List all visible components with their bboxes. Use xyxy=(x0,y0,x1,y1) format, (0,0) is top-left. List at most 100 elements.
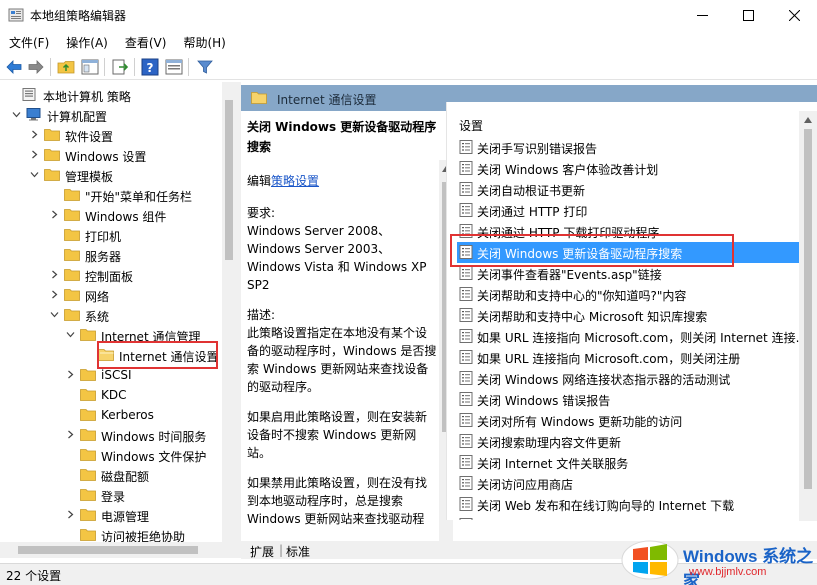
tree-vertical-scroll-thumb[interactable] xyxy=(225,100,233,260)
menu-file[interactable]: 文件(F) xyxy=(0,31,57,53)
tree-item[interactable]: Windows 设置 xyxy=(0,145,222,165)
tree-item[interactable]: Internet 通信设置 xyxy=(0,345,222,365)
tree-item[interactable]: 打印机 xyxy=(0,225,222,245)
tree-item[interactable]: 本地计算机 策略 xyxy=(0,85,222,105)
policy-row[interactable]: 关闭 Windows 客户体验改善计划 xyxy=(457,158,802,179)
settings-column-header[interactable]: 设置 xyxy=(459,117,483,134)
policy-row[interactable]: 关闭帮助和支持中心的"你知道吗?"内容 xyxy=(457,284,802,305)
watermark: Windows 系统之家 www.bjjmlv.com xyxy=(617,528,817,585)
tree-item[interactable]: KDC xyxy=(0,385,222,405)
tree-item[interactable]: 访问被拒绝协助 xyxy=(0,525,222,542)
policy-setting-icon xyxy=(459,350,473,364)
policy-row[interactable]: 如果 URL 连接指向 Microsoft.com，则关闭注册 xyxy=(457,347,802,368)
settings-list-scrollbar[interactable] xyxy=(799,111,817,521)
tree-vertical-scrollbar[interactable] xyxy=(222,82,236,542)
maximize-button[interactable] xyxy=(725,0,771,30)
policy-row[interactable]: 关闭访问应用商店 xyxy=(457,473,802,494)
tree-item[interactable]: 服务器 xyxy=(0,245,222,265)
tree-item[interactable]: Windows 文件保护 xyxy=(0,445,222,465)
policy-row[interactable]: 关闭搜索助理内容文件更新 xyxy=(457,431,802,452)
policy-row[interactable]: 关闭自动根证书更新 xyxy=(457,179,802,200)
tree-item-label: KDC xyxy=(101,388,127,402)
policy-row[interactable]: 关闭 Windows 错误报告 xyxy=(457,389,802,410)
minimize-button[interactable] xyxy=(679,0,725,30)
settings-list-scroll-thumb[interactable] xyxy=(804,129,812,489)
properties-icon[interactable] xyxy=(165,58,183,76)
export-list-icon[interactable] xyxy=(111,58,129,76)
tree-item[interactable]: 计算机配置 xyxy=(0,105,222,125)
policy-row[interactable]: 关闭对所有 Windows 更新功能的访问 xyxy=(457,410,802,431)
policy-row[interactable]: 关闭通过 HTTP 下载打印驱动程序 xyxy=(457,221,802,242)
folder-icon xyxy=(64,249,80,261)
chevron-down-icon[interactable] xyxy=(66,330,75,339)
policy-row[interactable]: 关闭手写识别错误报告 xyxy=(457,137,802,158)
filter-icon[interactable] xyxy=(196,58,214,76)
policy-row-label: 关闭 Windows 更新设备驱动程序搜索 xyxy=(477,247,683,261)
edit-policy-link[interactable]: 策略设置 xyxy=(271,174,319,188)
menu-view[interactable]: 查看(V) xyxy=(116,31,175,53)
tree-item[interactable]: 电源管理 xyxy=(0,505,222,525)
tree-item[interactable]: "开始"菜单和任务栏 xyxy=(0,185,222,205)
maximize-icon xyxy=(742,9,754,21)
settings-list-pane: 设置 关闭手写识别错误报告 关闭 Windows 客户体验改善计划关闭自动根证书更… xyxy=(446,102,817,520)
policy-row-label: 关闭自动根证书更新 xyxy=(477,184,586,198)
scroll-up-arrow-icon[interactable] xyxy=(804,117,812,123)
tree-item[interactable]: 登录 xyxy=(0,485,222,505)
tree-item-label: 网络 xyxy=(85,290,110,304)
tree-item[interactable]: Internet 通信管理 xyxy=(0,325,222,345)
chevron-right-icon[interactable] xyxy=(50,270,59,279)
tree-item[interactable]: 控制面板 xyxy=(0,265,222,285)
tree-item[interactable]: Kerberos xyxy=(0,405,222,425)
show-hide-tree-icon[interactable] xyxy=(81,58,99,76)
chevron-down-icon[interactable] xyxy=(50,310,59,319)
chevron-down-icon[interactable] xyxy=(30,170,39,179)
chevron-right-icon[interactable] xyxy=(66,430,75,439)
policy-row[interactable]: 如果 URL 连接指向 Microsoft.com，则关闭 Internet 连… xyxy=(457,326,802,347)
tree-item-label: Windows 文件保护 xyxy=(101,450,207,464)
tree-horizontal-scroll-thumb[interactable] xyxy=(18,546,198,554)
policy-row-label: 关闭对所有 Windows 更新功能的访问 xyxy=(477,415,683,429)
policy-row[interactable]: 关闭 Internet 文件关联服务 xyxy=(457,452,802,473)
close-button[interactable] xyxy=(771,0,817,30)
policy-row[interactable]: 关闭 Web 发布和在线订购向导的 Internet 下载 xyxy=(457,494,802,515)
menu-action[interactable]: 操作(A) xyxy=(57,31,116,53)
svg-text:?: ? xyxy=(147,61,154,75)
policy-row[interactable]: 关闭事件查看器"Events.asp"链接 xyxy=(457,263,802,284)
description-pane: 关闭 Windows 更新设备驱动程序搜索 编辑策略设置 要求: Windows… xyxy=(241,111,439,541)
back-arrow-icon[interactable] xyxy=(5,58,23,76)
forward-arrow-icon[interactable] xyxy=(27,58,45,76)
toolbar-separator xyxy=(104,58,105,76)
chevron-right-icon[interactable] xyxy=(50,290,59,299)
folder-icon xyxy=(80,469,96,481)
chevron-right-icon[interactable] xyxy=(50,210,59,219)
policy-row-label: 关闭 Windows 网络连接状态指示器的活动测试 xyxy=(477,373,731,387)
policy-setting-icon xyxy=(459,287,473,301)
tree-item[interactable]: Windows 组件 xyxy=(0,205,222,225)
tree-item[interactable]: 网络 xyxy=(0,285,222,305)
policy-row[interactable]: 关闭 Windows 更新设备驱动程序搜索 xyxy=(457,242,802,263)
chevron-down-icon[interactable] xyxy=(12,110,21,119)
tree-item[interactable]: 软件设置 xyxy=(0,125,222,145)
policy-row[interactable]: 关闭通过 HTTP 打印 xyxy=(457,200,802,221)
policy-row[interactable]: 关闭访问隐私设置任务 xyxy=(457,515,802,520)
policy-setting-icon xyxy=(459,182,473,196)
tab-standard[interactable]: 标准 xyxy=(282,543,314,559)
tree-item[interactable]: 系统 xyxy=(0,305,222,325)
tree-item-label: 管理模板 xyxy=(65,170,114,184)
chevron-right-icon[interactable] xyxy=(66,510,75,519)
chevron-right-icon[interactable] xyxy=(66,370,75,379)
up-folder-icon[interactable] xyxy=(57,58,75,76)
menu-help[interactable]: 帮助(H) xyxy=(174,31,233,53)
chevron-right-icon[interactable] xyxy=(30,150,39,159)
tree-item[interactable]: Windows 时间服务 xyxy=(0,425,222,445)
tree-item[interactable]: 管理模板 xyxy=(0,165,222,185)
tree-item[interactable]: 磁盘配额 xyxy=(0,465,222,485)
tree-item[interactable]: iSCSI xyxy=(0,365,222,385)
chevron-right-icon[interactable] xyxy=(30,130,39,139)
policy-row[interactable]: 关闭帮助和支持中心 Microsoft 知识库搜索 xyxy=(457,305,802,326)
policy-row[interactable]: 关闭 Windows 网络连接状态指示器的活动测试 xyxy=(457,368,802,389)
help-icon[interactable]: ? xyxy=(141,58,159,76)
tree-horizontal-scrollbar[interactable] xyxy=(0,542,236,558)
toolbar: ? xyxy=(0,54,817,80)
tab-extended[interactable]: 扩展 xyxy=(246,543,278,559)
